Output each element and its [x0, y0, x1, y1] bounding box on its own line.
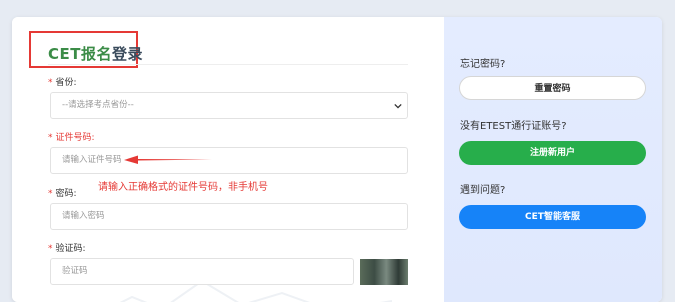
page-title-green: CET报名 — [48, 45, 112, 63]
page-title-dark: 登录 — [112, 45, 144, 63]
id-number-label: * 证件号码: — [48, 130, 95, 143]
no-account-label: 没有ETEST通行证账号? — [460, 121, 567, 132]
required-star: * — [48, 244, 53, 254]
help-sidebar: 忘记密码? 重置密码 没有ETEST通行证账号? 注册新用户 遇到问题? CET… — [444, 17, 662, 302]
chevron-down-icon — [394, 103, 402, 109]
captcha-input[interactable]: 验证码 — [50, 258, 354, 285]
reset-password-button[interactable]: 重置密码 — [459, 76, 646, 100]
password-label: * 密码: — [48, 186, 77, 199]
province-label: * 省份: — [48, 75, 77, 88]
required-star: * — [48, 189, 53, 199]
password-input[interactable]: 请输入密码 — [50, 203, 408, 230]
captcha-label-text: 验证码: — [55, 244, 86, 254]
captcha-label: * 验证码: — [48, 241, 86, 254]
required-star: * — [48, 133, 53, 143]
province-select-value: --请选择考点省份-- — [62, 100, 134, 110]
password-label-text: 密码: — [55, 189, 77, 199]
login-card: CET报名登录 * 省份: --请选择考点省份-- * 证件号码: 请输入证件号码 … — [12, 17, 662, 302]
forgot-password-label: 忘记密码? — [460, 59, 506, 70]
id-number-placeholder: 请输入证件号码 — [62, 155, 122, 165]
id-number-label-text: 证件号码: — [55, 133, 95, 143]
id-number-hint: 请输入正确格式的证件号码，非手机号 — [98, 182, 268, 193]
register-button[interactable]: 注册新用户 — [459, 141, 646, 165]
problem-label: 遇到问题? — [460, 185, 506, 196]
id-number-input[interactable]: 请输入证件号码 — [50, 147, 408, 174]
title-divider — [48, 64, 408, 65]
password-placeholder: 请输入密码 — [62, 211, 105, 221]
province-select[interactable]: --请选择考点省份-- — [50, 92, 408, 119]
login-form-panel: CET报名登录 * 省份: --请选择考点省份-- * 证件号码: 请输入证件号码 … — [12, 17, 444, 302]
cet-service-button[interactable]: CET智能客服 — [459, 205, 646, 229]
page-title: CET报名登录 — [48, 43, 143, 64]
captcha-placeholder: 验证码 — [62, 266, 88, 276]
annotation-arrow — [124, 155, 212, 164]
province-label-text: 省份: — [55, 78, 77, 88]
captcha-image[interactable] — [360, 259, 408, 285]
required-star: * — [48, 78, 53, 88]
